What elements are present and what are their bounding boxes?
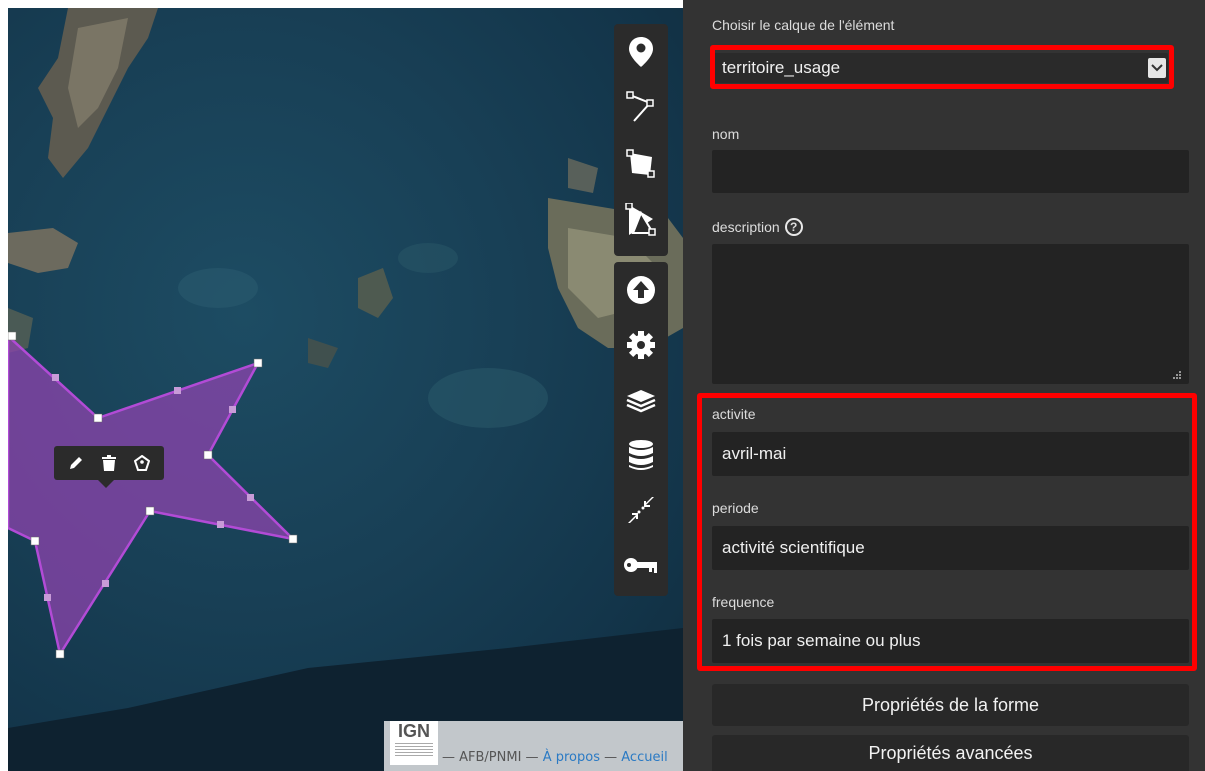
polyline-icon[interactable] <box>614 80 668 136</box>
description-textarea[interactable] <box>712 244 1189 384</box>
satellite-imagery <box>8 8 683 771</box>
layer-label: Choisir le calque de l'élément <box>712 17 895 33</box>
tools-toolbar <box>614 262 668 596</box>
map-attribution: IGN — AFB/PNMI — À propos — Accueil <box>384 721 683 771</box>
layer-select-highlight <box>710 45 1174 89</box>
nom-input[interactable] <box>712 150 1189 193</box>
shape-properties-button[interactable]: Propriétés de la forme <box>712 684 1189 726</box>
layers-icon[interactable] <box>614 372 668 427</box>
shape-action-popup <box>54 446 164 488</box>
key-icon[interactable] <box>614 537 668 592</box>
help-icon[interactable]: ? <box>784 218 803 236</box>
custom-fields-highlight <box>697 393 1197 671</box>
map-view[interactable]: IGN — AFB/PNMI — À propos — Accueil <box>8 8 683 771</box>
gear-icon[interactable] <box>614 317 668 372</box>
ign-logo: IGN <box>390 721 438 765</box>
polygon-icon[interactable] <box>614 136 668 192</box>
resize-grip-icon[interactable] <box>1172 370 1182 380</box>
home-link[interactable]: Accueil <box>621 750 667 765</box>
attribution-source: — AFB/PNMI — <box>442 750 539 765</box>
tag-icon[interactable] <box>130 451 154 475</box>
marker-icon[interactable] <box>614 24 668 80</box>
pencil-icon[interactable] <box>64 451 88 475</box>
about-link[interactable]: À propos <box>543 750 600 765</box>
collapse-icon[interactable] <box>614 482 668 537</box>
trash-icon[interactable] <box>97 451 121 475</box>
nom-label: nom <box>712 126 740 142</box>
upload-icon[interactable] <box>614 262 668 317</box>
attribution-separator: — <box>604 750 618 765</box>
edited-polygon <box>8 331 298 659</box>
draw-toolbar <box>614 24 668 256</box>
description-label-row: description ? <box>712 218 803 236</box>
database-icon[interactable] <box>614 427 668 482</box>
edit-vertices-icon[interactable] <box>614 192 668 248</box>
description-label: description <box>712 219 780 235</box>
advanced-properties-button[interactable]: Propriétés avancées <box>712 735 1189 771</box>
